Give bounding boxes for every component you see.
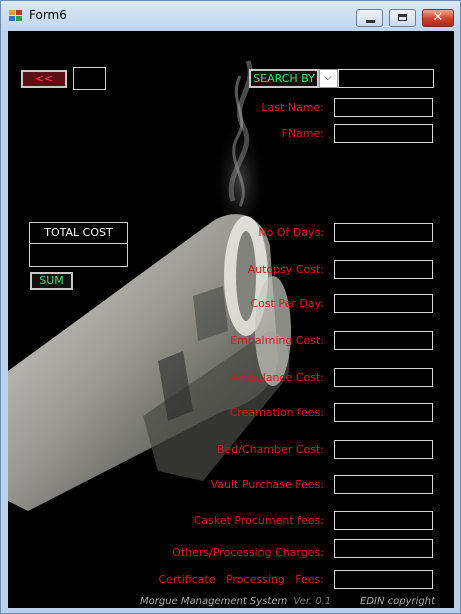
back-label: <<: [34, 72, 54, 85]
last-name-field[interactable]: [334, 98, 433, 117]
fname-field[interactable]: [334, 124, 433, 143]
search-by-label: SEARCH BY: [253, 72, 315, 85]
footer-copyright: EDIN copyright: [360, 596, 436, 607]
total-cost-header: TOTAL COST: [29, 222, 128, 244]
bed-chamber-cost-field[interactable]: [334, 440, 433, 459]
version-text: Ver. 0.1: [293, 596, 332, 607]
back-button[interactable]: <<: [21, 70, 67, 88]
chevron-down-icon: ⌵: [324, 72, 332, 83]
embalming-cost-field[interactable]: [334, 331, 433, 350]
casket-procument-fees-label: Casket Procument fees:: [193, 514, 324, 527]
window-title: Form6: [29, 8, 67, 22]
minimize-button[interactable]: [356, 9, 383, 27]
vault-purchase-fees-label: Vault Purchase Fees:: [210, 478, 324, 491]
cost-per-day-field[interactable]: [334, 294, 433, 313]
others-processing-charges-label: Others/Processing Charges:: [172, 546, 324, 559]
no-of-days-label: No Of Days:: [258, 226, 324, 239]
certificate-processing-fees-label: Certificate Processing Fees:: [158, 573, 324, 586]
casket-procument-fees-field[interactable]: [334, 511, 433, 530]
others-processing-charges-field[interactable]: [334, 539, 433, 558]
form-client-area: << SEARCH BY ⌵ Last Name: FName: No Of D…: [8, 31, 454, 608]
sum-label: SUM: [39, 274, 64, 287]
title-bar: Form6 ✕: [1, 1, 460, 31]
creamation-fees-label: Creamation fees:: [229, 406, 324, 419]
close-icon: ✕: [432, 10, 444, 25]
cost-per-day-label: Cost Per Day:: [250, 297, 324, 310]
vault-purchase-fees-field[interactable]: [334, 475, 433, 494]
minimize-icon: [366, 20, 375, 23]
fname-label: FName:: [281, 127, 325, 140]
ambulance-cost-field[interactable]: [334, 368, 433, 387]
total-cost-value: [29, 244, 128, 267]
certificate-processing-fees-field[interactable]: [334, 570, 433, 589]
record-id-field[interactable]: [73, 67, 106, 90]
embalming-cost-label: Embalming Cost:: [230, 334, 324, 347]
search-by-button[interactable]: SEARCH BY: [249, 69, 319, 88]
no-of-days-field[interactable]: [334, 223, 433, 242]
total-cost-title: TOTAL COST: [44, 226, 113, 239]
creamation-fees-field[interactable]: [334, 403, 433, 422]
ambulance-cost-label: Ambulance Cost:: [230, 371, 324, 384]
maximize-icon: [398, 14, 407, 21]
system-name-text: Morgue Management System: [140, 596, 288, 607]
maximize-button[interactable]: [389, 9, 416, 27]
autopsy-cost-field[interactable]: [334, 260, 433, 279]
last-name-label: Last Name:: [261, 101, 324, 114]
app-window: Form6 ✕ << SEARCH BY ⌵ Last Name: FName:…: [0, 0, 461, 614]
sum-button[interactable]: SUM: [30, 272, 73, 290]
search-input[interactable]: [338, 69, 434, 88]
close-button[interactable]: ✕: [422, 9, 454, 27]
footer-system-name: Morgue Management System Ver. 0.1: [140, 596, 331, 607]
form-icon: [9, 10, 23, 22]
autopsy-cost-label: Autopsy Cost:: [247, 263, 324, 276]
search-by-dropdown[interactable]: ⌵: [319, 69, 338, 88]
bed-chamber-cost-label: Bed/Chamber Cost:: [216, 443, 324, 456]
